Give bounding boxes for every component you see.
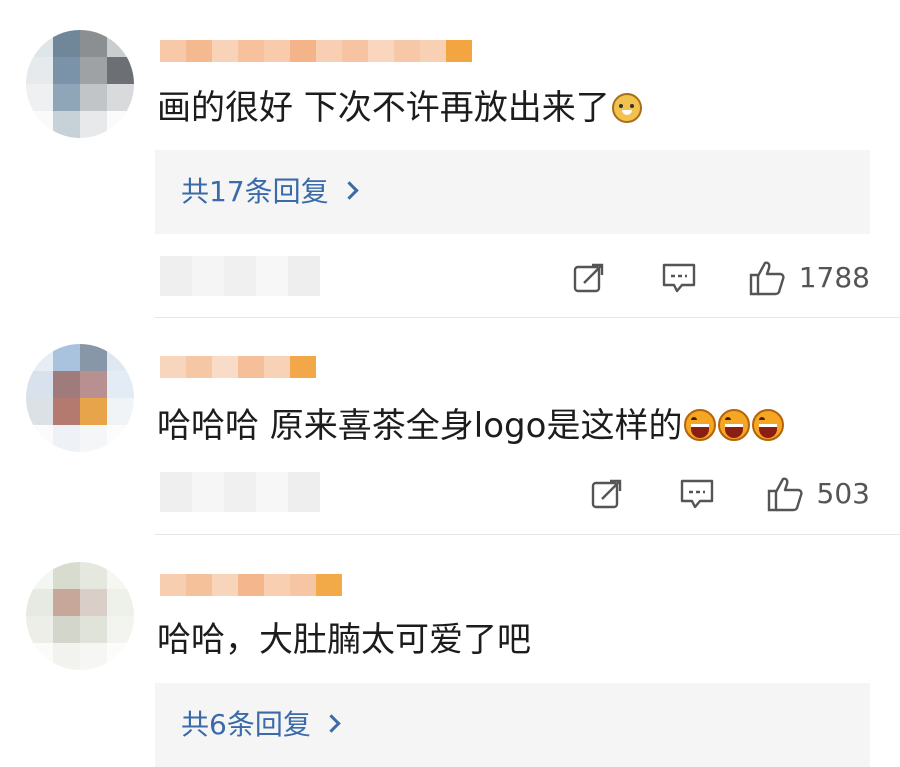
replies-box[interactable]: 共17条回复 <box>155 150 870 234</box>
thumbs-up-icon[interactable] <box>747 258 787 298</box>
laugh-icon <box>718 409 751 441</box>
replies-box[interactable]: 共6条回复 <box>155 683 870 767</box>
avatar[interactable] <box>26 344 134 452</box>
comment-item: 画的很好 下次不许再放出来了 共17条回复 1788 <box>0 0 900 318</box>
comment-actions: 503 <box>587 474 870 514</box>
comment-text-content: 画的很好 下次不许再放出来了 <box>157 88 610 128</box>
replies-count-label: 共17条回复 <box>181 175 329 208</box>
like-count: 503 <box>816 477 870 510</box>
timestamp-blurred <box>160 472 320 512</box>
comment-icon[interactable] <box>677 474 717 514</box>
comment-item: 哈哈，大肚腩太可爱了吧 共6条回复 <box>0 536 900 767</box>
username-blurred[interactable] <box>160 356 316 378</box>
comment-item: 哈哈哈 原来喜茶全身logo是这样的 503 <box>0 318 900 536</box>
comment-text: 哈哈，大肚腩太可爱了吧 <box>157 620 531 660</box>
divider <box>155 534 900 535</box>
chevron-right-icon <box>322 714 341 733</box>
comment-text: 哈哈哈 原来喜茶全身logo是这样的 <box>157 406 785 446</box>
replies-count-label: 共6条回复 <box>181 708 311 741</box>
share-icon[interactable] <box>569 258 609 298</box>
like-count: 1788 <box>798 261 870 294</box>
view-replies-link[interactable]: 共6条回复 <box>181 705 341 745</box>
share-icon[interactable] <box>587 474 627 514</box>
username-blurred[interactable] <box>160 40 472 62</box>
doge-icon <box>611 93 642 123</box>
comment-text-content: 哈哈哈 原来喜茶全身logo是这样的 <box>157 406 683 446</box>
chevron-right-icon <box>339 181 359 200</box>
comment-text-content: 哈哈，大肚腩太可爱了吧 <box>157 620 531 660</box>
username-blurred[interactable] <box>160 574 342 596</box>
comment-actions: 1788 <box>569 258 870 298</box>
laugh-icon <box>752 409 785 441</box>
comment-text: 画的很好 下次不许再放出来了 <box>157 88 642 128</box>
laugh-icon <box>684 409 717 441</box>
comment-icon[interactable] <box>659 258 699 298</box>
thumbs-up-icon[interactable] <box>765 474 805 514</box>
avatar[interactable] <box>26 30 134 138</box>
view-replies-link[interactable]: 共17条回复 <box>181 172 359 212</box>
avatar[interactable] <box>26 562 134 670</box>
timestamp-blurred <box>160 256 320 296</box>
